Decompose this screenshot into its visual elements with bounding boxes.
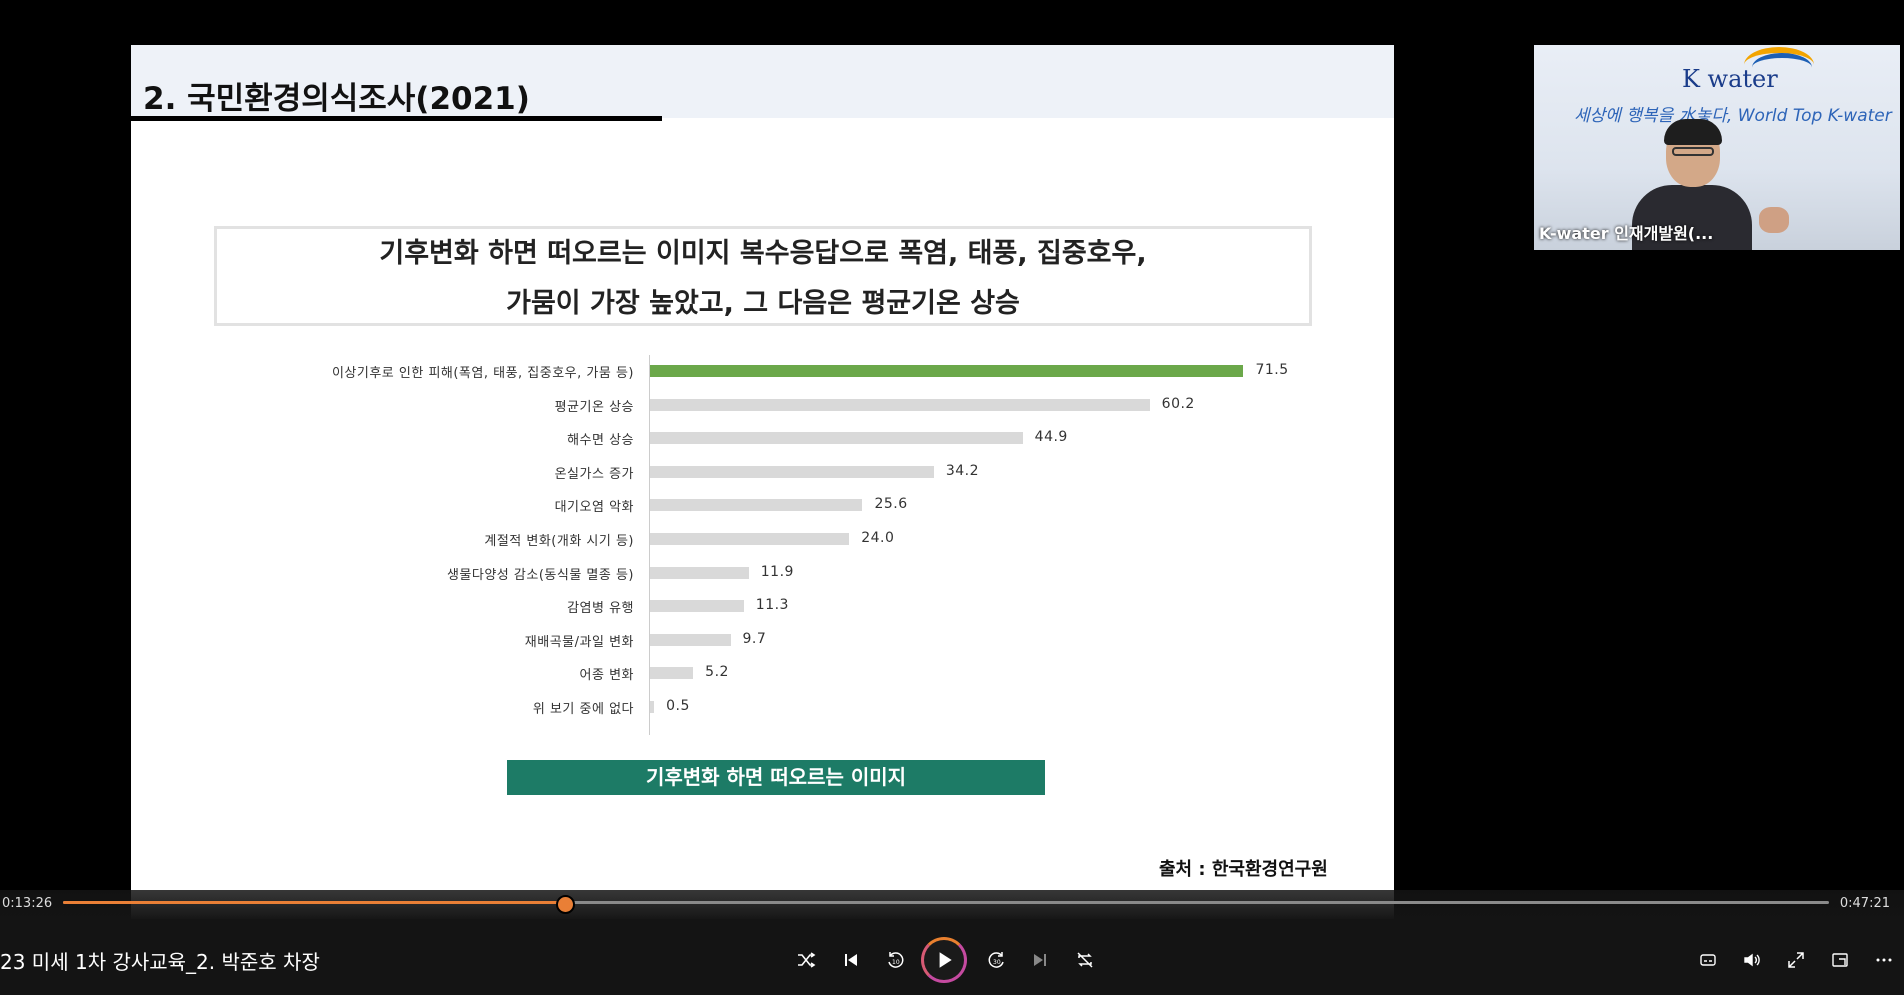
total-time: 0:47:21 <box>1839 896 1890 911</box>
bar <box>650 432 1023 445</box>
mini-player-icon <box>1832 953 1848 967</box>
repeat-off-icon <box>1077 952 1093 968</box>
bar-value-label: 60.2 <box>1161 395 1195 412</box>
bar-category-label: 해수면 상승 <box>567 433 634 449</box>
expand-icon <box>1788 952 1804 968</box>
seek-bar-progress <box>63 901 565 904</box>
bar-category-label: 재배곡물/과일 변화 <box>524 634 634 650</box>
kwater-slogan: 세상에 행복을 水놓다, World Top K-water <box>1574 106 1892 126</box>
seek-bar[interactable] <box>63 895 1829 914</box>
bar-value-label: 24.0 <box>861 530 895 546</box>
forward-30-icon: 30 <box>988 952 1004 968</box>
bar-category-label: 생물다양성 감소(동식물 멸종 등) <box>446 567 634 583</box>
seek-bar-thumb[interactable] <box>555 895 575 914</box>
slide-title: 2. 국민환경의식조사(2021) <box>143 81 530 117</box>
bar-value-label: 34.2 <box>945 462 980 479</box>
shuffle-button[interactable] <box>789 943 823 977</box>
fullscreen-button[interactable] <box>1779 943 1813 977</box>
bar <box>650 701 655 713</box>
bar-value-label: 44.9 <box>1034 429 1068 446</box>
bar <box>650 398 1150 411</box>
more-icon <box>1876 958 1892 962</box>
summary-box: 기후변화 하면 떠오르는 이미지 복수응답으로 폭염, 태풍, 집중호우, 가뭄… <box>214 226 1312 326</box>
bar-value-label: 0.5 <box>666 698 690 714</box>
bar-value-label: 5.2 <box>705 664 729 681</box>
bar-category-label: 평균기온 상승 <box>554 399 634 415</box>
bar <box>650 533 850 545</box>
play-button[interactable] <box>921 937 967 983</box>
source-note: 출처 : 한국환경연구원 <box>1159 859 1328 880</box>
webcam-view[interactable]: K water 세상에 행복을 水놓다, World Top K-water K… <box>1534 45 1900 250</box>
presenter-glasses <box>1672 147 1714 156</box>
bar-category-label: 위 보기 중에 없다 <box>532 702 634 717</box>
current-time: 0:13:26 <box>2 896 53 911</box>
bar <box>650 465 934 478</box>
bar-value-label: 25.6 <box>874 496 908 513</box>
title-underline <box>131 116 662 121</box>
rewind-10-button[interactable]: 10 <box>878 943 912 977</box>
skip-previous-icon <box>845 954 857 966</box>
volume-icon <box>1744 953 1760 967</box>
bar-category-label: 감염병 유행 <box>567 601 634 617</box>
presenter-hair <box>1664 119 1722 145</box>
bar <box>650 566 749 579</box>
bar-value-label: 11.3 <box>755 597 789 614</box>
svg-text:10: 10 <box>892 959 900 966</box>
shuffle-icon <box>798 952 816 968</box>
bar <box>650 600 744 613</box>
bar <box>650 633 731 646</box>
play-icon <box>939 952 952 968</box>
presenter-hand <box>1759 207 1789 233</box>
webcam-participant-name: K-water 인재개발원(... <box>1539 224 1714 243</box>
bar-category-label: 온실가스 증가 <box>554 466 634 482</box>
rewind-10-icon: 10 <box>888 952 904 968</box>
bar <box>650 667 694 680</box>
bar-category-label: 어종 변화 <box>579 668 634 684</box>
summary-line-2: 가뭄이 가장 높았고, 그 다음은 평균기온 상승 <box>506 288 1020 319</box>
more-options-button[interactable] <box>1867 943 1901 977</box>
kwater-logo: K water <box>1682 65 1778 93</box>
mini-player-button[interactable] <box>1823 943 1857 977</box>
volume-button[interactable] <box>1735 943 1769 977</box>
bar-value-label: 71.5 <box>1255 362 1289 378</box>
repeat-button[interactable] <box>1068 943 1102 977</box>
bar-category-label: 이상기후로 인한 피해(폭염, 태풍, 집중호우, 가뭄 등) <box>331 366 634 381</box>
previous-button[interactable] <box>834 943 868 977</box>
bar-value-label: 11.9 <box>760 563 794 580</box>
next-button[interactable] <box>1023 943 1057 977</box>
summary-line-1: 기후변화 하면 떠오르는 이미지 복수응답으로 폭염, 태풍, 집중호우, <box>379 238 1147 269</box>
bar <box>650 365 1244 377</box>
captions-icon <box>1700 954 1716 966</box>
bar-category-label: 대기오염 악화 <box>554 500 634 516</box>
svg-text:30: 30 <box>993 959 1001 966</box>
captions-button[interactable] <box>1691 943 1725 977</box>
bar-category-label: 계절적 변화(개화 시기 등) <box>484 534 634 549</box>
presentation-slide: 2. 국민환경의식조사(2021) 기후변화 하면 떠오르는 이미지 복수응답으… <box>131 45 1394 919</box>
bar <box>650 499 863 512</box>
video-title: 23 미세 1차 강사교육_2. 박준호 차장 <box>0 950 320 974</box>
bar-chart: 이상기후로 인한 피해(폭염, 태풍, 집중호우, 가뭄 등) 71.5 평균기온 … <box>131 355 1394 755</box>
skip-next-icon <box>1034 954 1046 966</box>
bar-value-label: 9.7 <box>742 630 767 647</box>
forward-30-button[interactable]: 30 <box>980 943 1014 977</box>
chart-caption: 기후변화 하면 떠오르는 이미지 <box>507 760 1045 795</box>
